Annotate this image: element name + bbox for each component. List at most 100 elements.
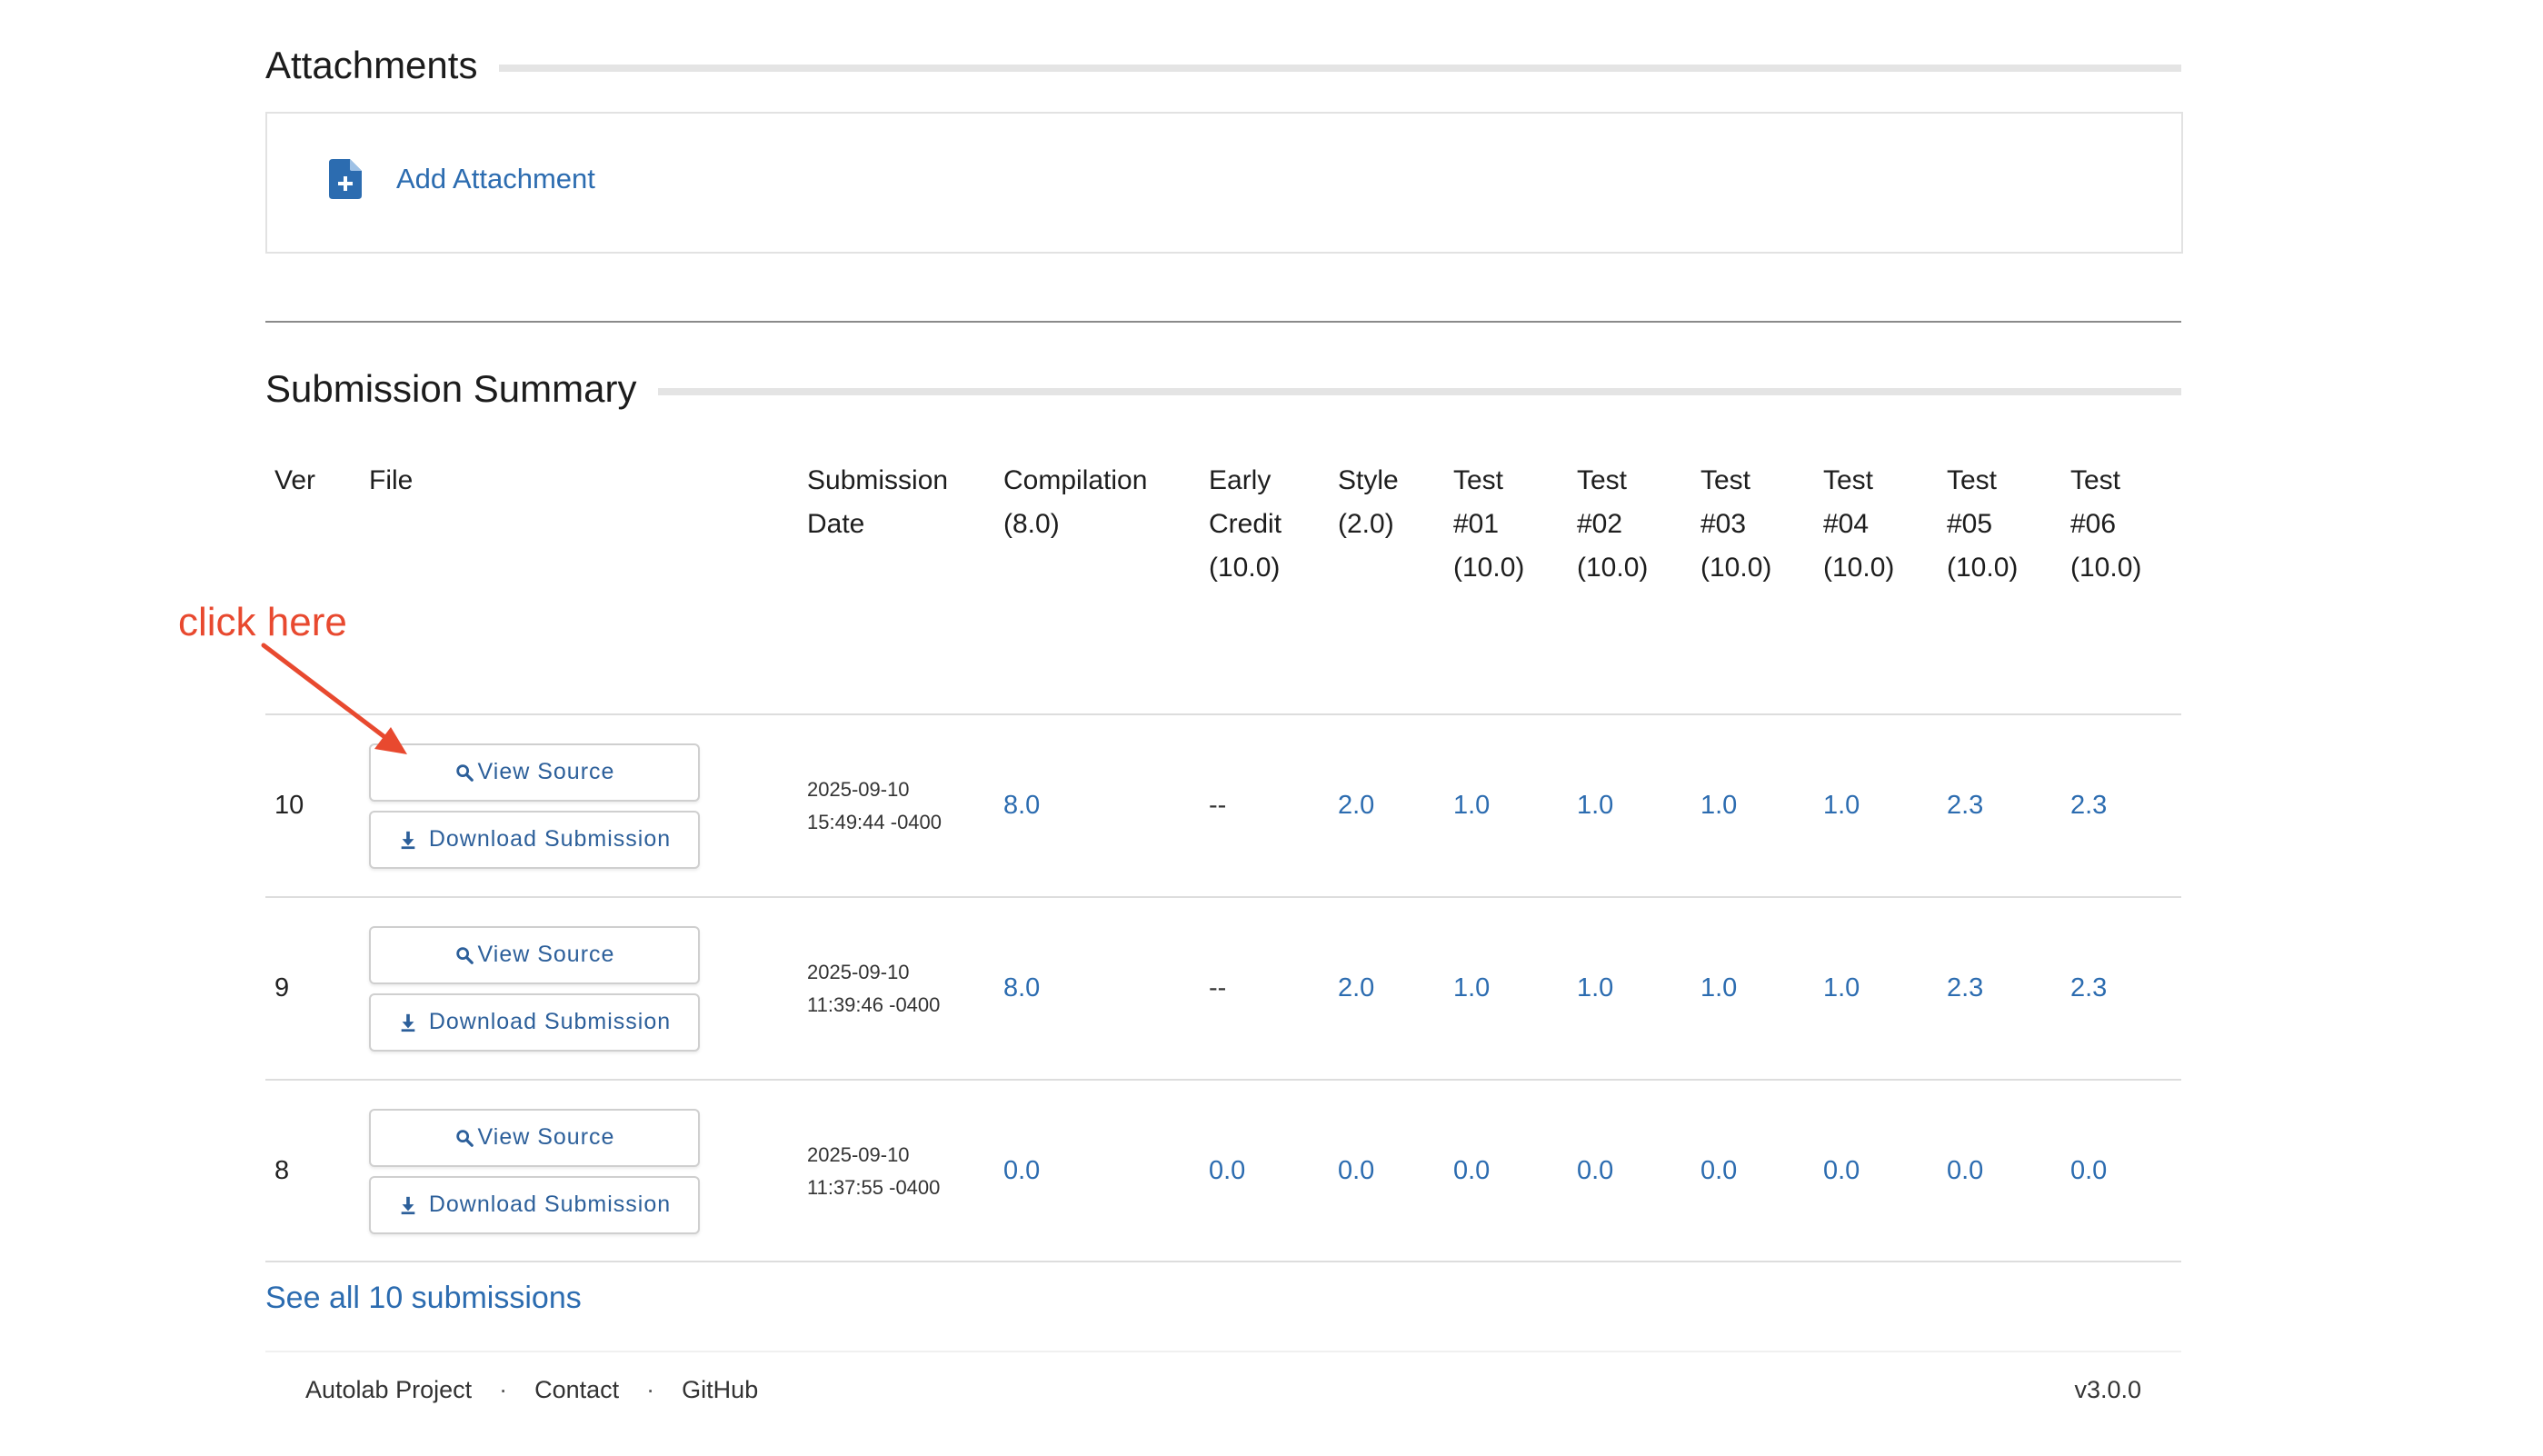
- summary-header: Submission Summary: [265, 362, 2181, 416]
- summary-title-rule: [658, 388, 2181, 395]
- annotation-arrow-icon: [261, 643, 407, 754]
- score-test-05[interactable]: 0.0: [1938, 1079, 2061, 1262]
- download-submission-button[interactable]: Download Submission: [369, 992, 700, 1052]
- submission-date-time: 15:49:44 -0400: [807, 810, 942, 833]
- score-compilation[interactable]: 8.0: [994, 713, 1200, 897]
- add-attachment-link[interactable]: Add Attachment: [329, 159, 595, 199]
- score-compilation[interactable]: 0.0: [994, 1079, 1200, 1262]
- table-row: 10 View Source Download Submission 2025-…: [265, 713, 2181, 897]
- header-test-05[interactable]: Test #05 (10.0): [1938, 459, 2061, 714]
- score-test-03[interactable]: 1.0: [1691, 896, 1814, 1080]
- attachments-title: Attachments: [265, 44, 478, 86]
- header-test-04[interactable]: Test #04 (10.0): [1814, 459, 1938, 714]
- header-line: Test: [1453, 465, 1504, 495]
- score-early-credit: --: [1200, 896, 1329, 1080]
- download-submission-button[interactable]: Download Submission: [369, 810, 700, 869]
- header-style[interactable]: Style (2.0): [1329, 459, 1444, 714]
- magnifier-icon: [455, 946, 474, 964]
- header-line: Style: [1338, 465, 1399, 495]
- header-line: (10.0): [1823, 553, 1895, 583]
- submission-date: 2025-09-10 15:49:44 -0400: [798, 713, 994, 897]
- header-line: #04: [1823, 509, 1870, 539]
- score-early-credit[interactable]: 0.0: [1200, 1079, 1329, 1262]
- summary-title: Submission Summary: [265, 367, 637, 410]
- score-compilation[interactable]: 8.0: [994, 896, 1200, 1080]
- score-test-03[interactable]: 0.0: [1691, 1079, 1814, 1262]
- score-test-05[interactable]: 2.3: [1938, 896, 2061, 1080]
- header-line: (8.0): [1003, 509, 1060, 539]
- view-source-button[interactable]: View Source: [369, 925, 700, 984]
- score-test-05[interactable]: 2.3: [1938, 713, 2061, 897]
- score-style[interactable]: 2.0: [1329, 713, 1444, 897]
- attachments-title-rule: [499, 65, 2181, 72]
- header-line: Credit: [1209, 509, 1282, 539]
- score-test-04[interactable]: 0.0: [1814, 1079, 1938, 1262]
- score-test-06[interactable]: 2.3: [2061, 713, 2181, 897]
- view-source-button[interactable]: View Source: [369, 743, 700, 802]
- score-style[interactable]: 2.0: [1329, 896, 1444, 1080]
- header-line: (10.0): [1577, 553, 1649, 583]
- header-line: (10.0): [1700, 553, 1772, 583]
- header-test-01[interactable]: Test #01 (10.0): [1444, 459, 1568, 714]
- header-early-credit[interactable]: Early Credit (10.0): [1200, 459, 1329, 714]
- score-test-01[interactable]: 1.0: [1444, 713, 1568, 897]
- view-source-button[interactable]: View Source: [369, 1108, 700, 1167]
- score-test-04[interactable]: 1.0: [1814, 896, 1938, 1080]
- download-icon: [401, 1013, 415, 1032]
- header-line: #03: [1700, 509, 1747, 539]
- header-test-06[interactable]: Test #06 (10.0): [2061, 459, 2181, 714]
- header-line: (10.0): [2070, 553, 2142, 583]
- section-divider: [265, 321, 2181, 323]
- table-row: 9 View Source Download Submission 2025-0…: [265, 896, 2181, 1080]
- header-line: (10.0): [1209, 553, 1281, 583]
- score-test-02[interactable]: 1.0: [1568, 896, 1691, 1080]
- score-test-02[interactable]: 0.0: [1568, 1079, 1691, 1262]
- header-line: Ver: [274, 465, 316, 495]
- submission-date-time: 11:39:46 -0400: [807, 992, 941, 1016]
- download-submission-label: Download Submission: [428, 1009, 672, 1034]
- footer-separator: ·: [499, 1376, 508, 1403]
- header-line: #05: [1947, 509, 1993, 539]
- header-file[interactable]: File: [360, 459, 798, 714]
- file-actions: View Source Download Submission: [360, 1079, 798, 1262]
- header-test-03[interactable]: Test #03 (10.0): [1691, 459, 1814, 714]
- header-line: Submission: [807, 465, 949, 495]
- submission-date: 2025-09-10 11:39:46 -0400: [798, 896, 994, 1080]
- submission-date-day: 2025-09-10: [807, 1142, 910, 1166]
- attachments-box: Add Attachment: [265, 112, 2183, 254]
- score-style[interactable]: 0.0: [1329, 1079, 1444, 1262]
- score-test-03[interactable]: 1.0: [1691, 713, 1814, 897]
- score-early-credit: --: [1200, 713, 1329, 897]
- version-number: 8: [265, 1079, 360, 1262]
- view-source-label: View Source: [477, 942, 615, 967]
- score-test-02[interactable]: 1.0: [1568, 713, 1691, 897]
- see-all-submissions-link[interactable]: See all 10 submissions: [265, 1281, 582, 1315]
- header-line: Compilation: [1003, 465, 1148, 495]
- submission-date: 2025-09-10 11:37:55 -0400: [798, 1079, 994, 1262]
- view-source-label: View Source: [477, 759, 615, 784]
- footer-link-autolab-project[interactable]: Autolab Project: [305, 1376, 472, 1404]
- download-submission-button[interactable]: Download Submission: [369, 1175, 700, 1234]
- score-test-04[interactable]: 1.0: [1814, 713, 1938, 897]
- file-plus-icon: [329, 159, 362, 199]
- attachments-header: Attachments: [265, 38, 2181, 93]
- score-test-01[interactable]: 0.0: [1444, 1079, 1568, 1262]
- header-submission-date[interactable]: Submission Date: [798, 459, 994, 714]
- header-line: (2.0): [1338, 509, 1394, 539]
- header-test-02[interactable]: Test #02 (10.0): [1568, 459, 1691, 714]
- footer-link-contact[interactable]: Contact: [534, 1376, 619, 1404]
- magnifier-icon: [455, 763, 474, 782]
- score-test-06[interactable]: 2.3: [2061, 896, 2181, 1080]
- header-compilation[interactable]: Compilation (8.0): [994, 459, 1200, 714]
- submission-date-time: 11:37:55 -0400: [807, 1175, 941, 1199]
- submission-date-day: 2025-09-10: [807, 777, 910, 801]
- score-test-01[interactable]: 1.0: [1444, 896, 1568, 1080]
- footer: Autolab Project · Contact · GitHub v3.0.…: [305, 1376, 2141, 1404]
- header-line: #01: [1453, 509, 1500, 539]
- footer-link-github[interactable]: GitHub: [682, 1376, 758, 1404]
- version-number: 9: [265, 896, 360, 1080]
- header-line: Test: [1947, 465, 1998, 495]
- magnifier-icon: [455, 1129, 474, 1147]
- download-icon: [401, 831, 415, 849]
- score-test-06[interactable]: 0.0: [2061, 1079, 2181, 1262]
